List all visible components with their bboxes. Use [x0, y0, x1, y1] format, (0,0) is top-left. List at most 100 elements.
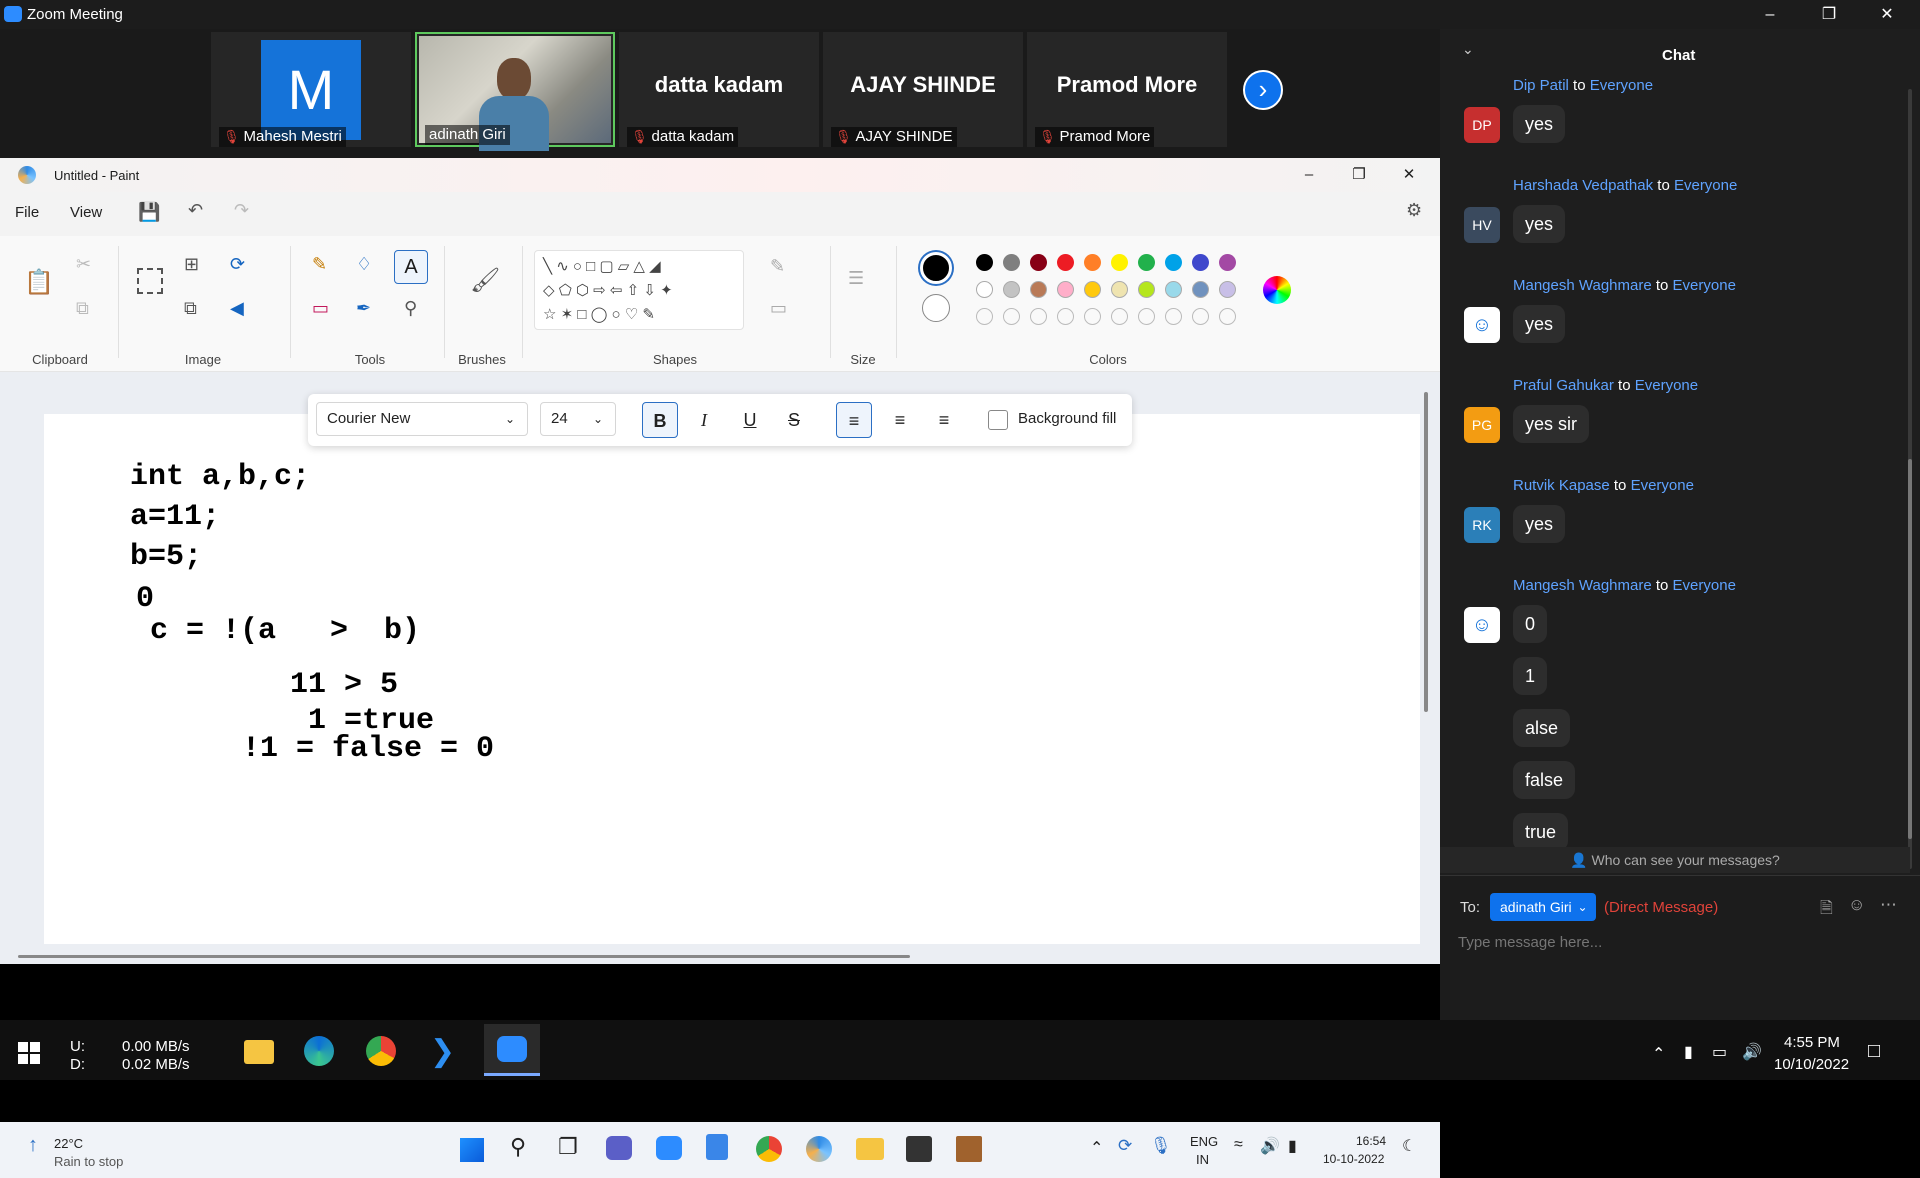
- dosbox-icon[interactable]: [956, 1136, 982, 1162]
- resize-icon[interactable]: ⧉: [184, 298, 197, 319]
- color-swatch[interactable]: [976, 281, 993, 298]
- sync-icon[interactable]: ⟳: [1118, 1136, 1132, 1156]
- color-swatch[interactable]: [976, 254, 993, 271]
- edge-icon[interactable]: [304, 1036, 334, 1066]
- color-swatch[interactable]: [1138, 281, 1155, 298]
- empty-color-swatch[interactable]: [1192, 308, 1209, 325]
- color-picker-icon[interactable]: ✒: [356, 298, 371, 319]
- restore-button[interactable]: ❐: [1800, 0, 1858, 29]
- recipient-dropdown[interactable]: adinath Giri ⌄: [1490, 893, 1596, 921]
- more-icon[interactable]: ⋯: [1880, 895, 1897, 915]
- color-swatch[interactable]: [1219, 254, 1236, 271]
- chat-scrollbar[interactable]: [1908, 89, 1912, 869]
- next-participants-button[interactable]: ›: [1243, 70, 1283, 110]
- app-icon[interactable]: [906, 1136, 932, 1162]
- participant-tile[interactable]: datta kadam 🎙 datta kadam: [619, 32, 819, 147]
- search-icon[interactable]: ⚲: [510, 1134, 526, 1160]
- color-swatch[interactable]: [1084, 254, 1101, 271]
- message-input[interactable]: [1458, 927, 1898, 957]
- zoom-taskbar-button[interactable]: [484, 1024, 540, 1076]
- color-swatch[interactable]: [1111, 281, 1128, 298]
- color-swatch[interactable]: [1138, 254, 1155, 271]
- polygon-shape-icon[interactable]: ◇ ⬠ ⬡ ⇨ ⇦ ⇧ ⇩ ✦: [543, 282, 673, 299]
- color-swatch[interactable]: [1057, 281, 1074, 298]
- color-swatch[interactable]: [1192, 281, 1209, 298]
- paint-restore-button[interactable]: ❐: [1336, 158, 1382, 192]
- horizontal-scrollbar[interactable]: [18, 955, 910, 958]
- wifi-icon[interactable]: ≈: [1234, 1136, 1243, 1154]
- eraser-icon[interactable]: ▭: [312, 298, 329, 319]
- align-center-button[interactable]: ≡: [882, 402, 918, 438]
- edit-colors-icon[interactable]: [1263, 276, 1291, 304]
- file-icon[interactable]: 🗎: [1820, 897, 1833, 924]
- language-code[interactable]: ENG: [1190, 1134, 1218, 1149]
- rotate-icon[interactable]: ⟳: [230, 254, 245, 275]
- brush-icon[interactable]: 🖌: [470, 266, 500, 295]
- paste-icon[interactable]: 📋: [24, 268, 54, 297]
- message-sender[interactable]: Rutvik Kapase to Everyone: [1513, 477, 1694, 494]
- chevron-up-icon[interactable]: ⌃: [1652, 1044, 1665, 1064]
- language-region[interactable]: IN: [1196, 1152, 1209, 1167]
- zoom-icon[interactable]: [656, 1136, 682, 1160]
- font-family-select[interactable]: Courier New ⌄: [316, 402, 528, 436]
- color-swatch[interactable]: [1003, 281, 1020, 298]
- microphone-icon[interactable]: 🎙: [1150, 1136, 1172, 1156]
- participant-tile[interactable]: Pramod More 🎙 Pramod More: [1027, 32, 1227, 147]
- emoji-icon[interactable]: ☺: [1848, 895, 1865, 915]
- clock-date[interactable]: 10/10/2022: [1774, 1056, 1849, 1073]
- moon-icon[interactable]: ☾: [1402, 1136, 1416, 1156]
- select-icon[interactable]: [137, 268, 163, 294]
- message-sender[interactable]: Praful Gahukar to Everyone: [1513, 377, 1698, 394]
- color-palette[interactable]: [976, 254, 1246, 330]
- windows-start-icon[interactable]: [18, 1042, 40, 1064]
- line-shape-icon[interactable]: ╲ ∿ ○ □ ▢ ▱ △ ◢: [543, 258, 661, 275]
- color-swatch[interactable]: [1030, 254, 1047, 271]
- vertical-scrollbar[interactable]: [1424, 392, 1428, 712]
- empty-color-swatch[interactable]: [1003, 308, 1020, 325]
- close-button[interactable]: ✕: [1858, 0, 1916, 29]
- menu-file[interactable]: File: [15, 204, 39, 221]
- clock-date[interactable]: 10-10-2022: [1323, 1152, 1384, 1166]
- empty-color-swatch[interactable]: [1165, 308, 1182, 325]
- message-sender[interactable]: Mangesh Waghmare to Everyone: [1513, 577, 1736, 594]
- paint-taskbar-icon[interactable]: [806, 1136, 832, 1162]
- empty-color-swatch[interactable]: [1084, 308, 1101, 325]
- notifications-icon[interactable]: □: [1868, 1040, 1880, 1063]
- notepad-icon[interactable]: [706, 1134, 728, 1160]
- undo-icon[interactable]: ↶: [188, 200, 203, 221]
- empty-color-swatch[interactable]: [1030, 308, 1047, 325]
- text-tool-icon[interactable]: A: [394, 250, 428, 284]
- align-right-button[interactable]: ≡: [926, 402, 962, 438]
- color-swatch[interactable]: [1165, 254, 1182, 271]
- color-swatch[interactable]: [1003, 254, 1020, 271]
- magnifier-icon[interactable]: ⚲: [404, 298, 417, 319]
- paint-minimize-button[interactable]: –: [1286, 158, 1332, 192]
- menu-view[interactable]: View: [70, 204, 102, 221]
- empty-color-swatch[interactable]: [1138, 308, 1155, 325]
- collapse-chevron-icon[interactable]: ⌄: [1462, 41, 1474, 58]
- empty-color-swatch[interactable]: [1111, 308, 1128, 325]
- participant-tile[interactable]: AJAY SHINDE 🎙 AJAY SHINDE: [823, 32, 1023, 147]
- empty-color-swatch[interactable]: [1219, 308, 1236, 325]
- battery-icon[interactable]: ▮: [1684, 1042, 1693, 1062]
- color-swatch[interactable]: [1030, 281, 1047, 298]
- participant-tile-active[interactable]: adinath Giri: [415, 32, 615, 151]
- fill-shape-icon[interactable]: ▭: [770, 298, 787, 319]
- participant-tile[interactable]: M 🎙 Mahesh Mestri: [211, 32, 411, 147]
- chrome-icon[interactable]: [366, 1036, 396, 1066]
- color-swatch[interactable]: [1084, 281, 1101, 298]
- who-can-see-link[interactable]: 👤 Who can see your messages?: [1440, 847, 1910, 873]
- italic-button[interactable]: I: [686, 402, 722, 438]
- message-sender[interactable]: Mangesh Waghmare to Everyone: [1513, 277, 1736, 294]
- color-swatch[interactable]: [1111, 254, 1128, 271]
- crop-icon[interactable]: ⊞: [184, 254, 199, 275]
- clock-time[interactable]: 16:54: [1356, 1134, 1386, 1148]
- share-icon[interactable]: ⚙: [1406, 200, 1422, 221]
- star-shape-icon[interactable]: ☆ ✶ □ ◯ ○ ♡ ✎: [543, 306, 655, 323]
- fill-icon[interactable]: ♢: [356, 254, 372, 275]
- underline-button[interactable]: U: [732, 402, 768, 438]
- copy-icon[interactable]: ⧉: [76, 298, 89, 319]
- size-icon[interactable]: ☰: [848, 268, 864, 289]
- font-size-select[interactable]: 24 ⌄: [540, 402, 616, 436]
- color-swatch[interactable]: [1192, 254, 1209, 271]
